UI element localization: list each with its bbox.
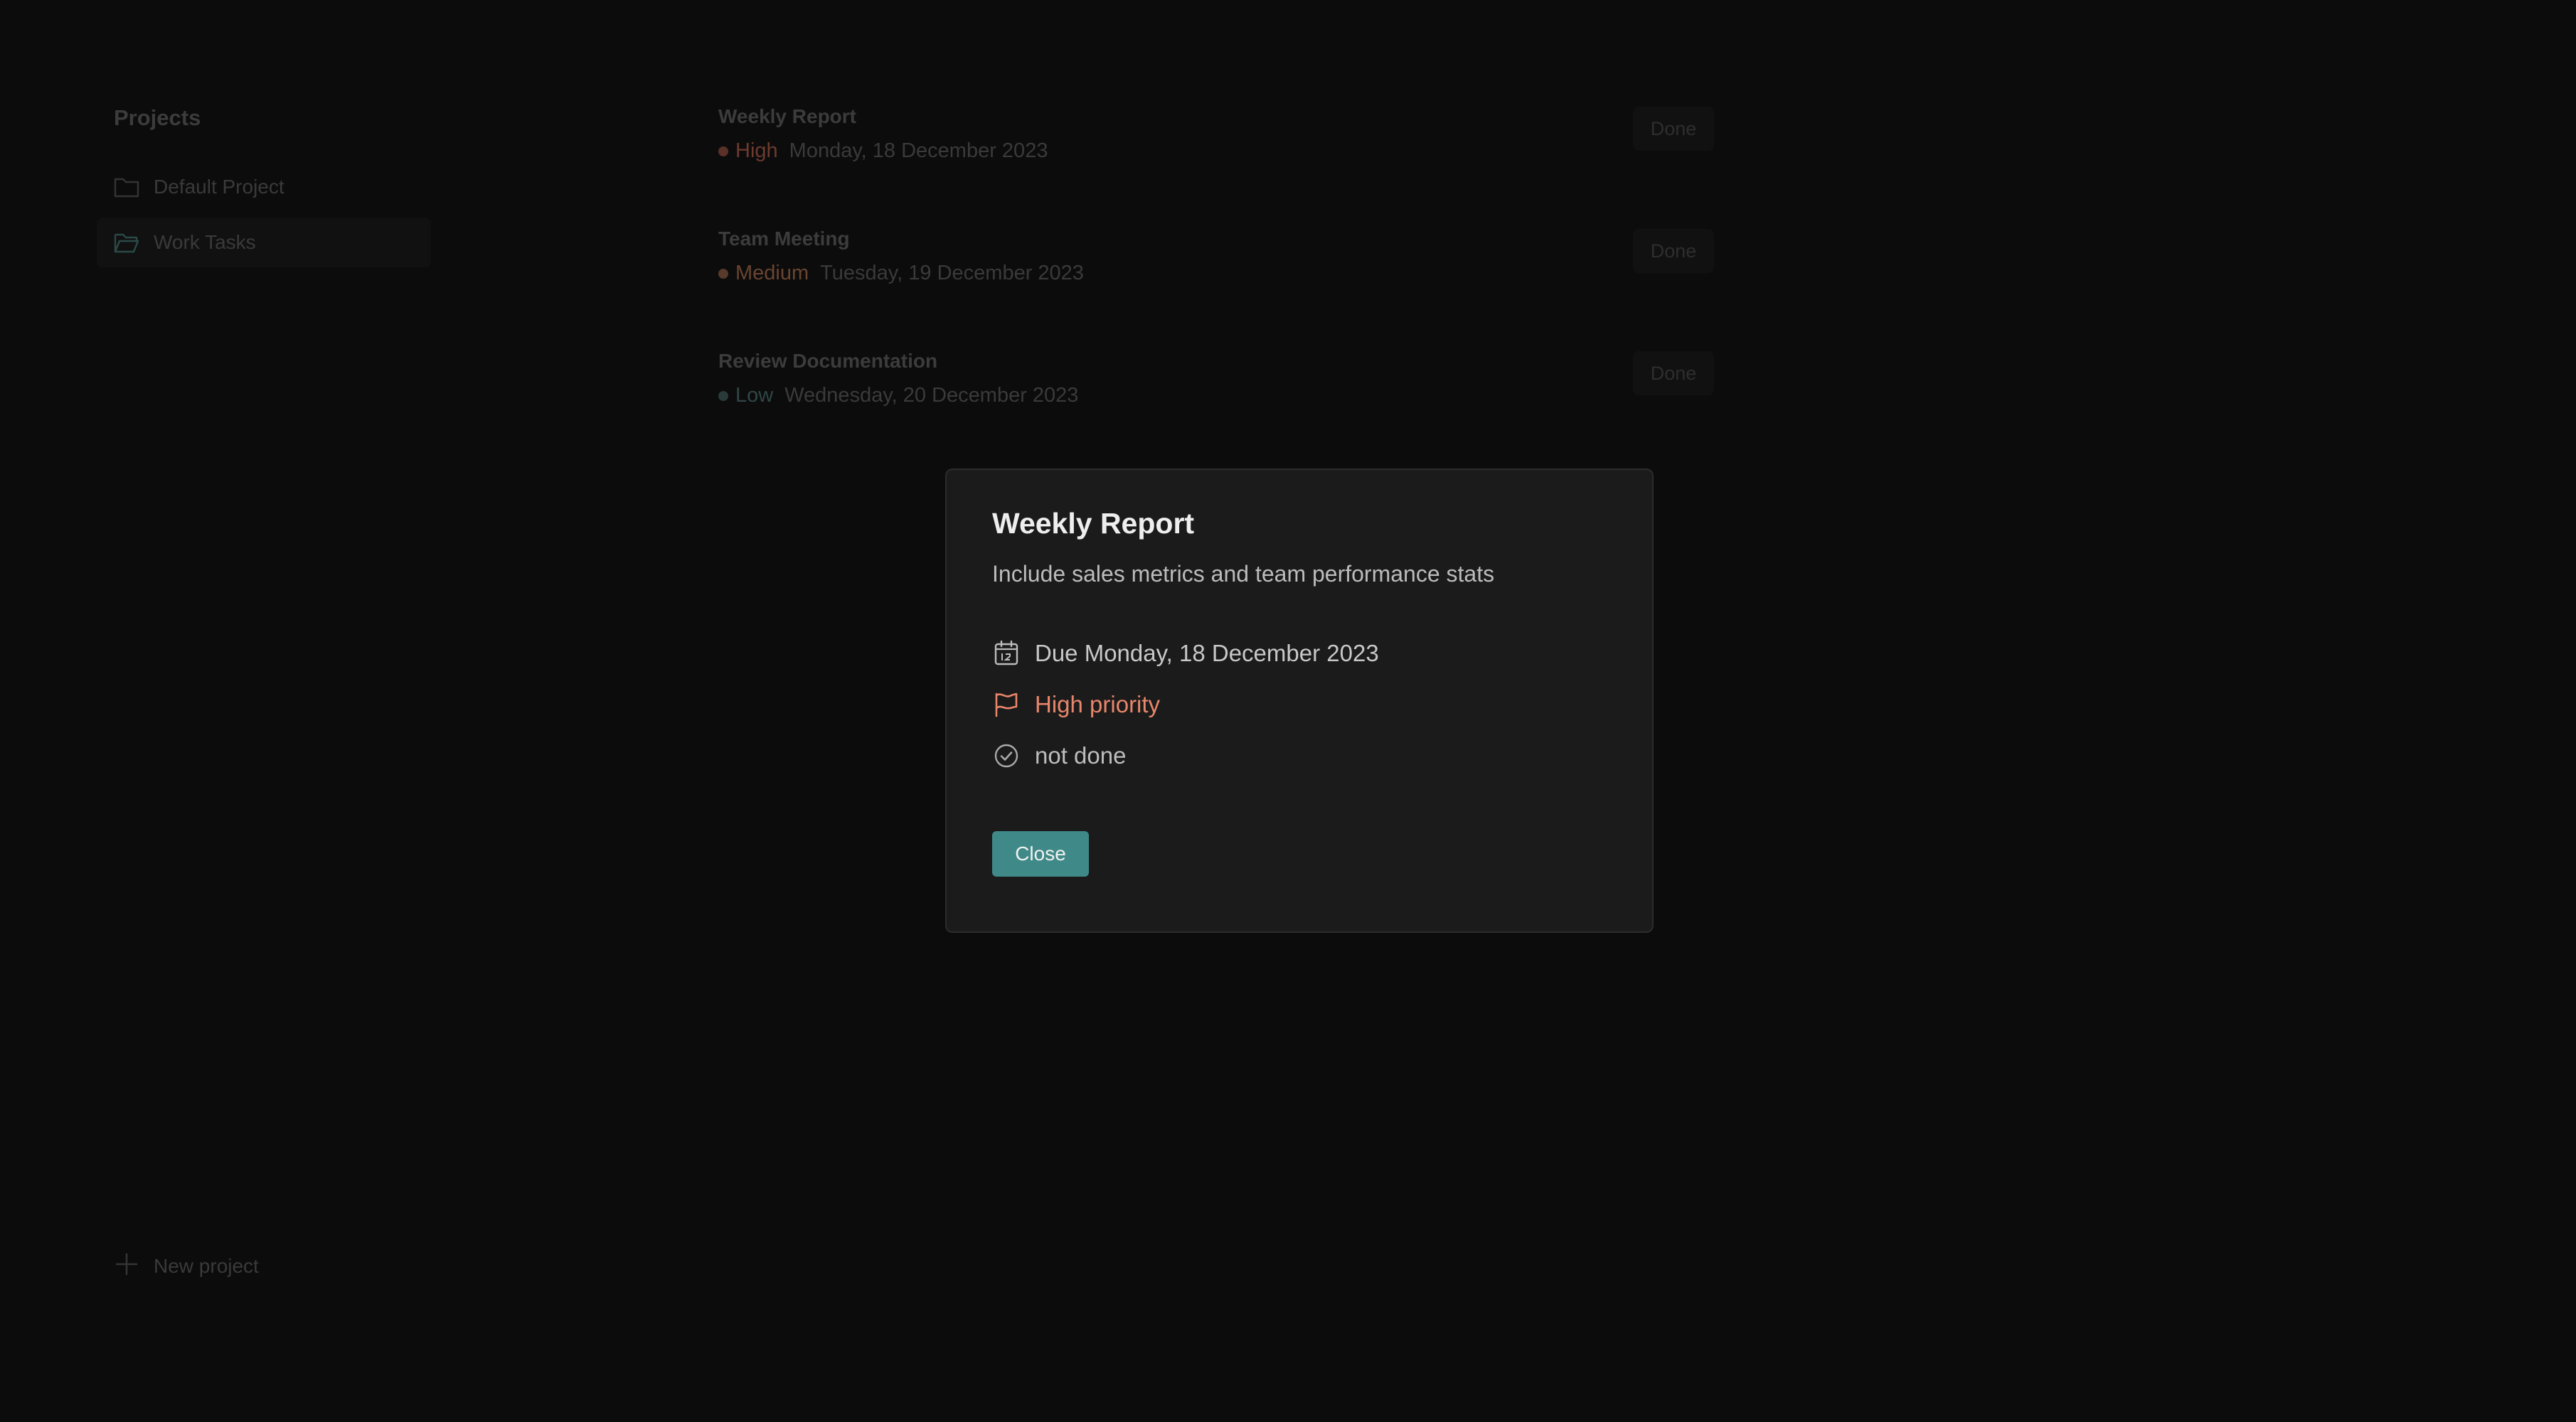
new-project-button[interactable]: New project [114,1251,259,1281]
task-list: Weekly Report High Monday, 18 December 2… [718,100,1714,466]
sidebar: Projects Default Project Work Tasks New … [97,100,431,1308]
priority-text: High priority [1035,691,1161,717]
sidebar-title: Projects [114,105,201,130]
task-date: Tuesday, 19 December 2023 [820,262,1084,284]
sidebar-item-label: Default Project [154,176,284,198]
task-date: Wednesday, 20 December 2023 [784,384,1079,407]
status-text: not done [1035,742,1127,769]
task-row[interactable]: Weekly Report High Monday, 18 December 2… [718,100,1714,222]
close-button[interactable]: Close [992,831,1089,877]
status-row: not done [992,742,1126,770]
task-meta: Low Wednesday, 20 December 2023 [718,384,1078,407]
priority-label: Medium [735,262,809,284]
modal-title: Weekly Report [992,507,1195,540]
priority-row: High priority [992,690,1160,719]
sidebar-item-default-project[interactable]: Default Project [97,162,431,212]
task-title: Review Documentation [718,350,938,372]
priority-label: Low [735,384,774,407]
task-title: Team Meeting [718,228,850,250]
plus-icon [114,1251,139,1281]
priority-dot [718,268,728,279]
calendar-icon [992,639,1021,668]
task-title: Weekly Report [718,105,856,127]
priority-dot [718,390,728,401]
done-button[interactable]: Done [1633,229,1714,273]
task-detail-modal: Weekly Report Include sales metrics and … [945,469,1654,933]
folder-open-icon [114,230,139,255]
task-meta: High Monday, 18 December 2023 [718,139,1048,163]
folder-icon [114,174,139,200]
sidebar-item-work-tasks[interactable]: Work Tasks [97,218,431,267]
sidebar-item-label: Work Tasks [154,231,256,253]
task-row[interactable]: Team Meeting Medium Tuesday, 19 December… [718,222,1714,344]
flag-icon [992,690,1021,719]
task-meta: Medium Tuesday, 19 December 2023 [718,262,1084,285]
due-date-text: Due Monday, 18 December 2023 [1035,640,1379,666]
task-date: Monday, 18 December 2023 [789,139,1048,162]
done-button[interactable]: Done [1633,107,1714,151]
due-date-row: Due Monday, 18 December 2023 [992,639,1379,668]
priority-label: High [735,139,778,162]
done-button[interactable]: Done [1633,351,1714,395]
modal-description: Include sales metrics and team performan… [992,561,1495,587]
check-circle-icon [992,742,1021,770]
task-row[interactable]: Review Documentation Low Wednesday, 20 D… [718,344,1714,466]
priority-dot [718,146,728,156]
app-root: Projects Default Project Work Tasks New … [0,0,2576,1422]
new-project-label: New project [154,1254,259,1277]
